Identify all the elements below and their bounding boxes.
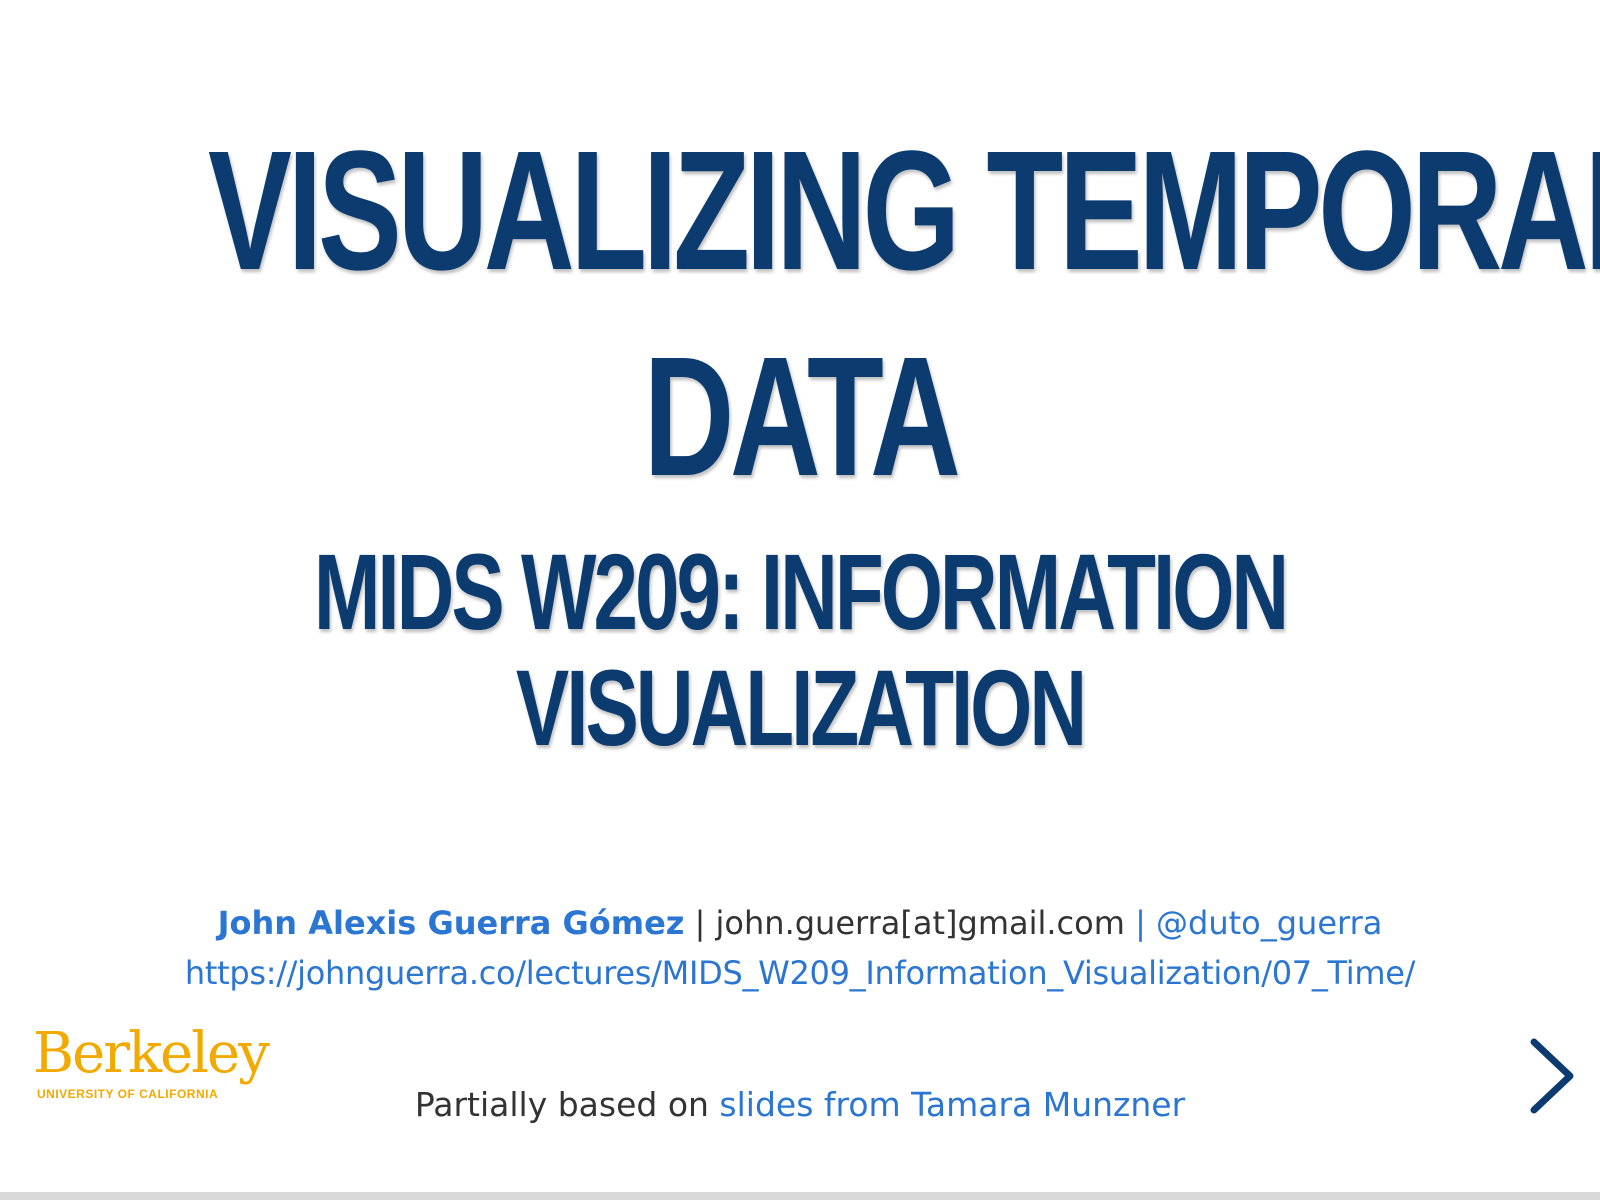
twitter-handle-link[interactable]: @duto_guerra: [1156, 904, 1382, 942]
credit-prefix: Partially based on: [414, 1085, 720, 1124]
slide-title-line2: DATA: [643, 322, 961, 512]
byline-separator: |: [1124, 904, 1157, 942]
byline-separator: |: [684, 904, 716, 942]
slide-subtitle-line1: MIDS W209: INFORMATION: [313, 531, 1289, 652]
slide: VISUALIZING TEMPORAL DATA MIDS W209: INF…: [0, 0, 1600, 1200]
byline-line2: https://johnguerra.co/lectures/MIDS_W209…: [0, 948, 1600, 998]
slide-title-line1: VISUALIZING TEMPORAL: [208, 116, 1600, 306]
lecture-url-link[interactable]: https://johnguerra.co/lectures/MIDS_W209…: [185, 954, 1416, 992]
slide-title: VISUALIZING TEMPORAL DATA: [208, 108, 1600, 520]
slide-subtitle-line2: VISUALIZATION: [515, 647, 1087, 768]
credit-line: Partially based on slides from Tamara Mu…: [0, 1085, 1600, 1124]
progress-bar: [0, 1192, 1600, 1200]
byline-line1: John Alexis Guerra Gómez | john.guerra[a…: [0, 898, 1600, 948]
chevron-right-icon: [1530, 1038, 1574, 1114]
author-link[interactable]: John Alexis Guerra Gómez: [218, 904, 685, 942]
logo-wordmark: Berkeley: [33, 1021, 270, 1086]
email-text: john.guerra[at]gmail.com: [715, 904, 1125, 942]
munzner-slides-link[interactable]: slides from Tamara Munzner: [719, 1085, 1185, 1124]
next-slide-button[interactable]: [1528, 1038, 1576, 1114]
slide-subtitle: MIDS W209: INFORMATION VISUALIZATION: [208, 534, 1392, 766]
byline: John Alexis Guerra Gómez | john.guerra[a…: [0, 898, 1600, 998]
